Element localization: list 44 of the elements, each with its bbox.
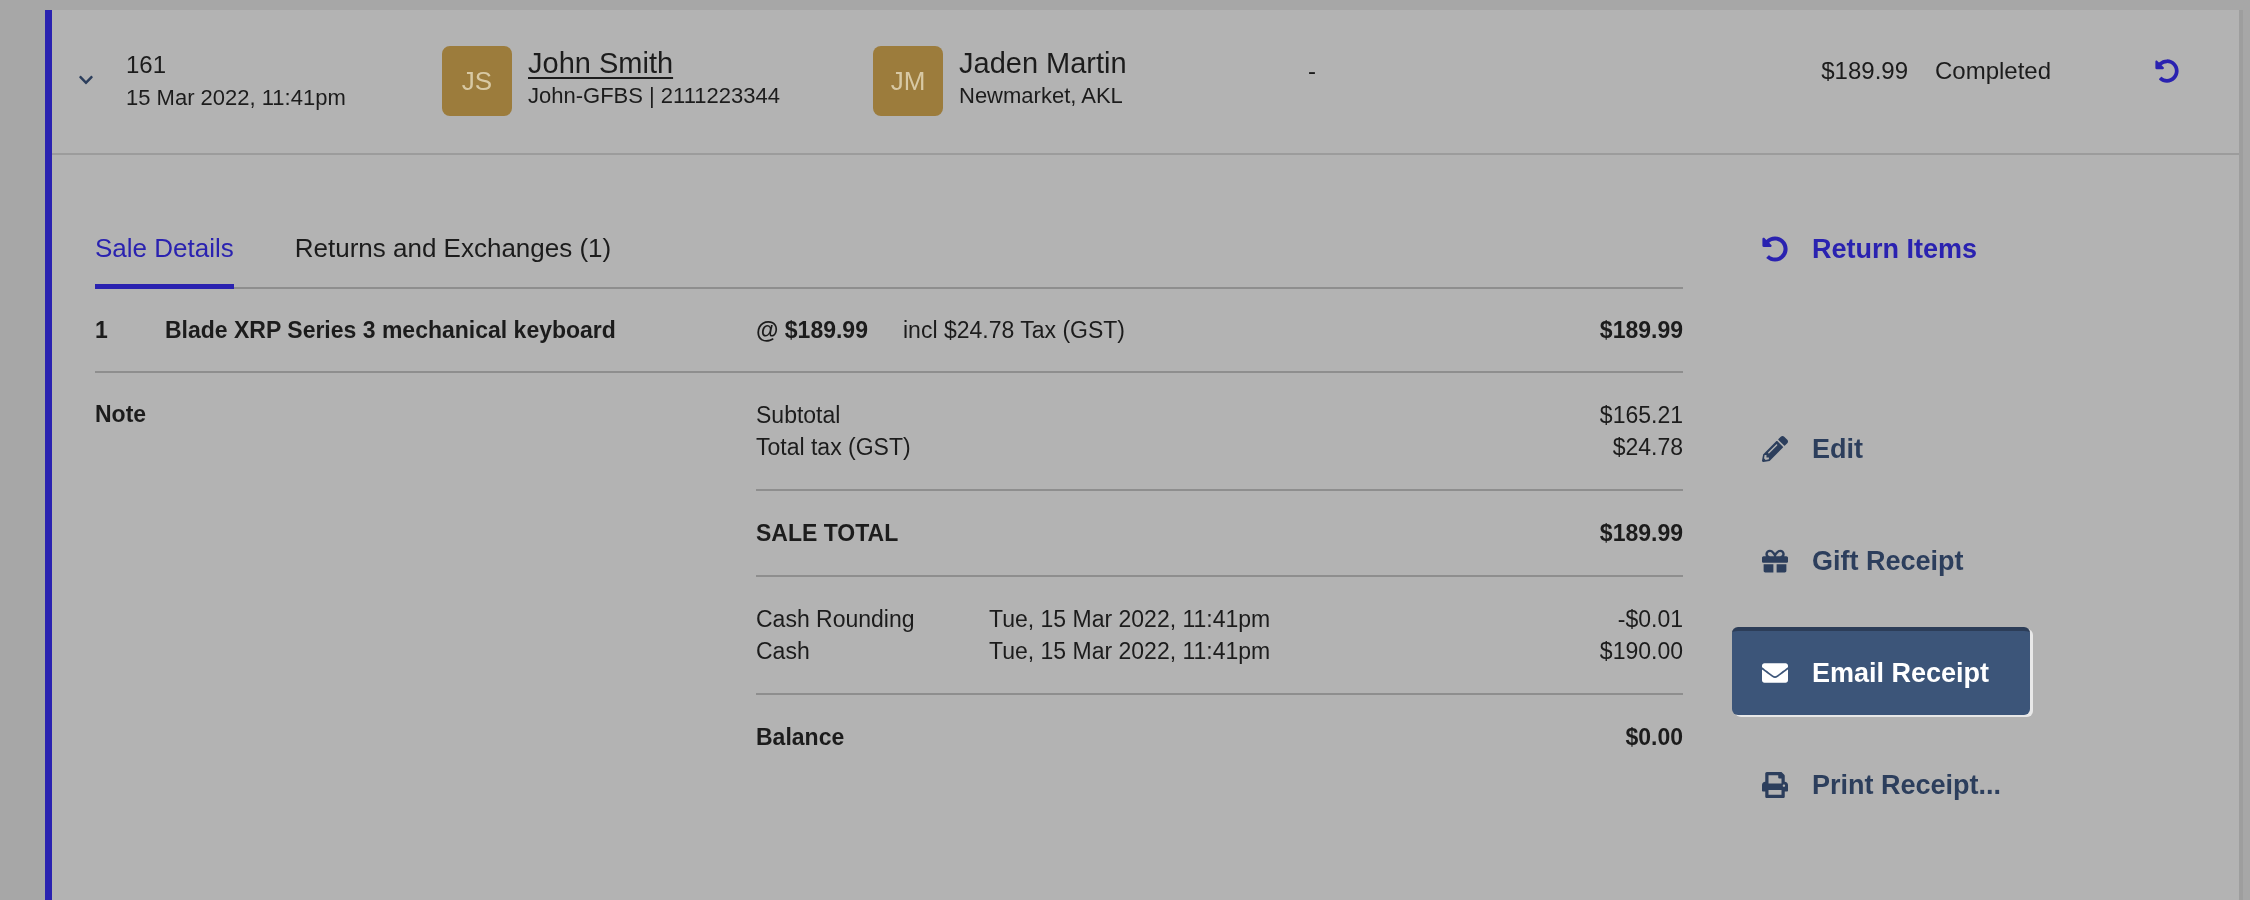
- total-label: Subtotal: [756, 401, 841, 430]
- staff-name: Jaden Martin: [959, 46, 1127, 80]
- customer-detail: John-GFBS | 2111223344: [528, 82, 780, 110]
- sale-total-value: $189.99: [1599, 519, 1683, 548]
- total-value: $165.21: [1599, 401, 1683, 430]
- item-quantity: 1: [95, 316, 109, 344]
- note-label: Note: [95, 400, 148, 428]
- sale-total-label: SALE TOTAL: [756, 519, 899, 548]
- item-tax-note: incl $24.78 Tax (GST): [903, 316, 1126, 344]
- table-cell-text: -: [1308, 56, 1317, 86]
- undo-icon: [1762, 236, 1788, 262]
- total-value: $24.78: [1612, 433, 1683, 462]
- staff-avatar: JM: [873, 46, 943, 116]
- tab[interactable]: Sale Details: [95, 232, 234, 289]
- item-unit-price: @ $189.99: [756, 316, 869, 344]
- item-amount: $189.99: [1599, 316, 1683, 344]
- balance-value: $0.00: [1625, 723, 1683, 752]
- printer-icon: [1762, 772, 1788, 798]
- payment-amount: $190.00: [1599, 637, 1683, 666]
- action-button[interactable]: Email Receipt: [1732, 627, 2030, 715]
- staff-location: Newmarket, AKL: [959, 82, 1124, 110]
- item-name: Blade XRP Series 3 mechanical keyboard: [165, 316, 617, 344]
- undo-icon[interactable]: [2155, 59, 2179, 83]
- action-button[interactable]: Print Receipt...: [1732, 739, 2030, 827]
- sale-number: 161: [126, 50, 168, 80]
- payment-label: Cash Rounding: [756, 605, 916, 634]
- payment-date: Tue, 15 Mar 2022, 11:41pm: [989, 605, 1272, 634]
- action-button[interactable]: Gift Receipt: [1732, 515, 2030, 603]
- customer-avatar: JS: [442, 46, 512, 116]
- balance-label: Balance: [756, 723, 845, 752]
- sale-total: $189.99: [1820, 56, 1908, 86]
- payment-amount: -$0.01: [1617, 605, 1683, 634]
- action-button[interactable]: Edit: [1732, 403, 2030, 491]
- return-items-button[interactable]: Return Items: [1732, 203, 2030, 291]
- tab[interactable]: Returns and Exchanges (1): [294, 232, 612, 289]
- total-label: Total tax (GST): [756, 433, 911, 462]
- payment-date: Tue, 15 Mar 2022, 11:41pm: [989, 637, 1272, 666]
- customer-name-link[interactable]: John Smith: [528, 46, 780, 80]
- sale-date: 15 Mar 2022, 11:41pm: [126, 84, 347, 112]
- sale-status: Completed: [1934, 56, 2053, 86]
- payment-label: Cash: [756, 637, 811, 666]
- envelope-icon: [1762, 660, 1788, 686]
- gift-icon: [1762, 548, 1788, 574]
- pencil-icon: [1762, 436, 1788, 462]
